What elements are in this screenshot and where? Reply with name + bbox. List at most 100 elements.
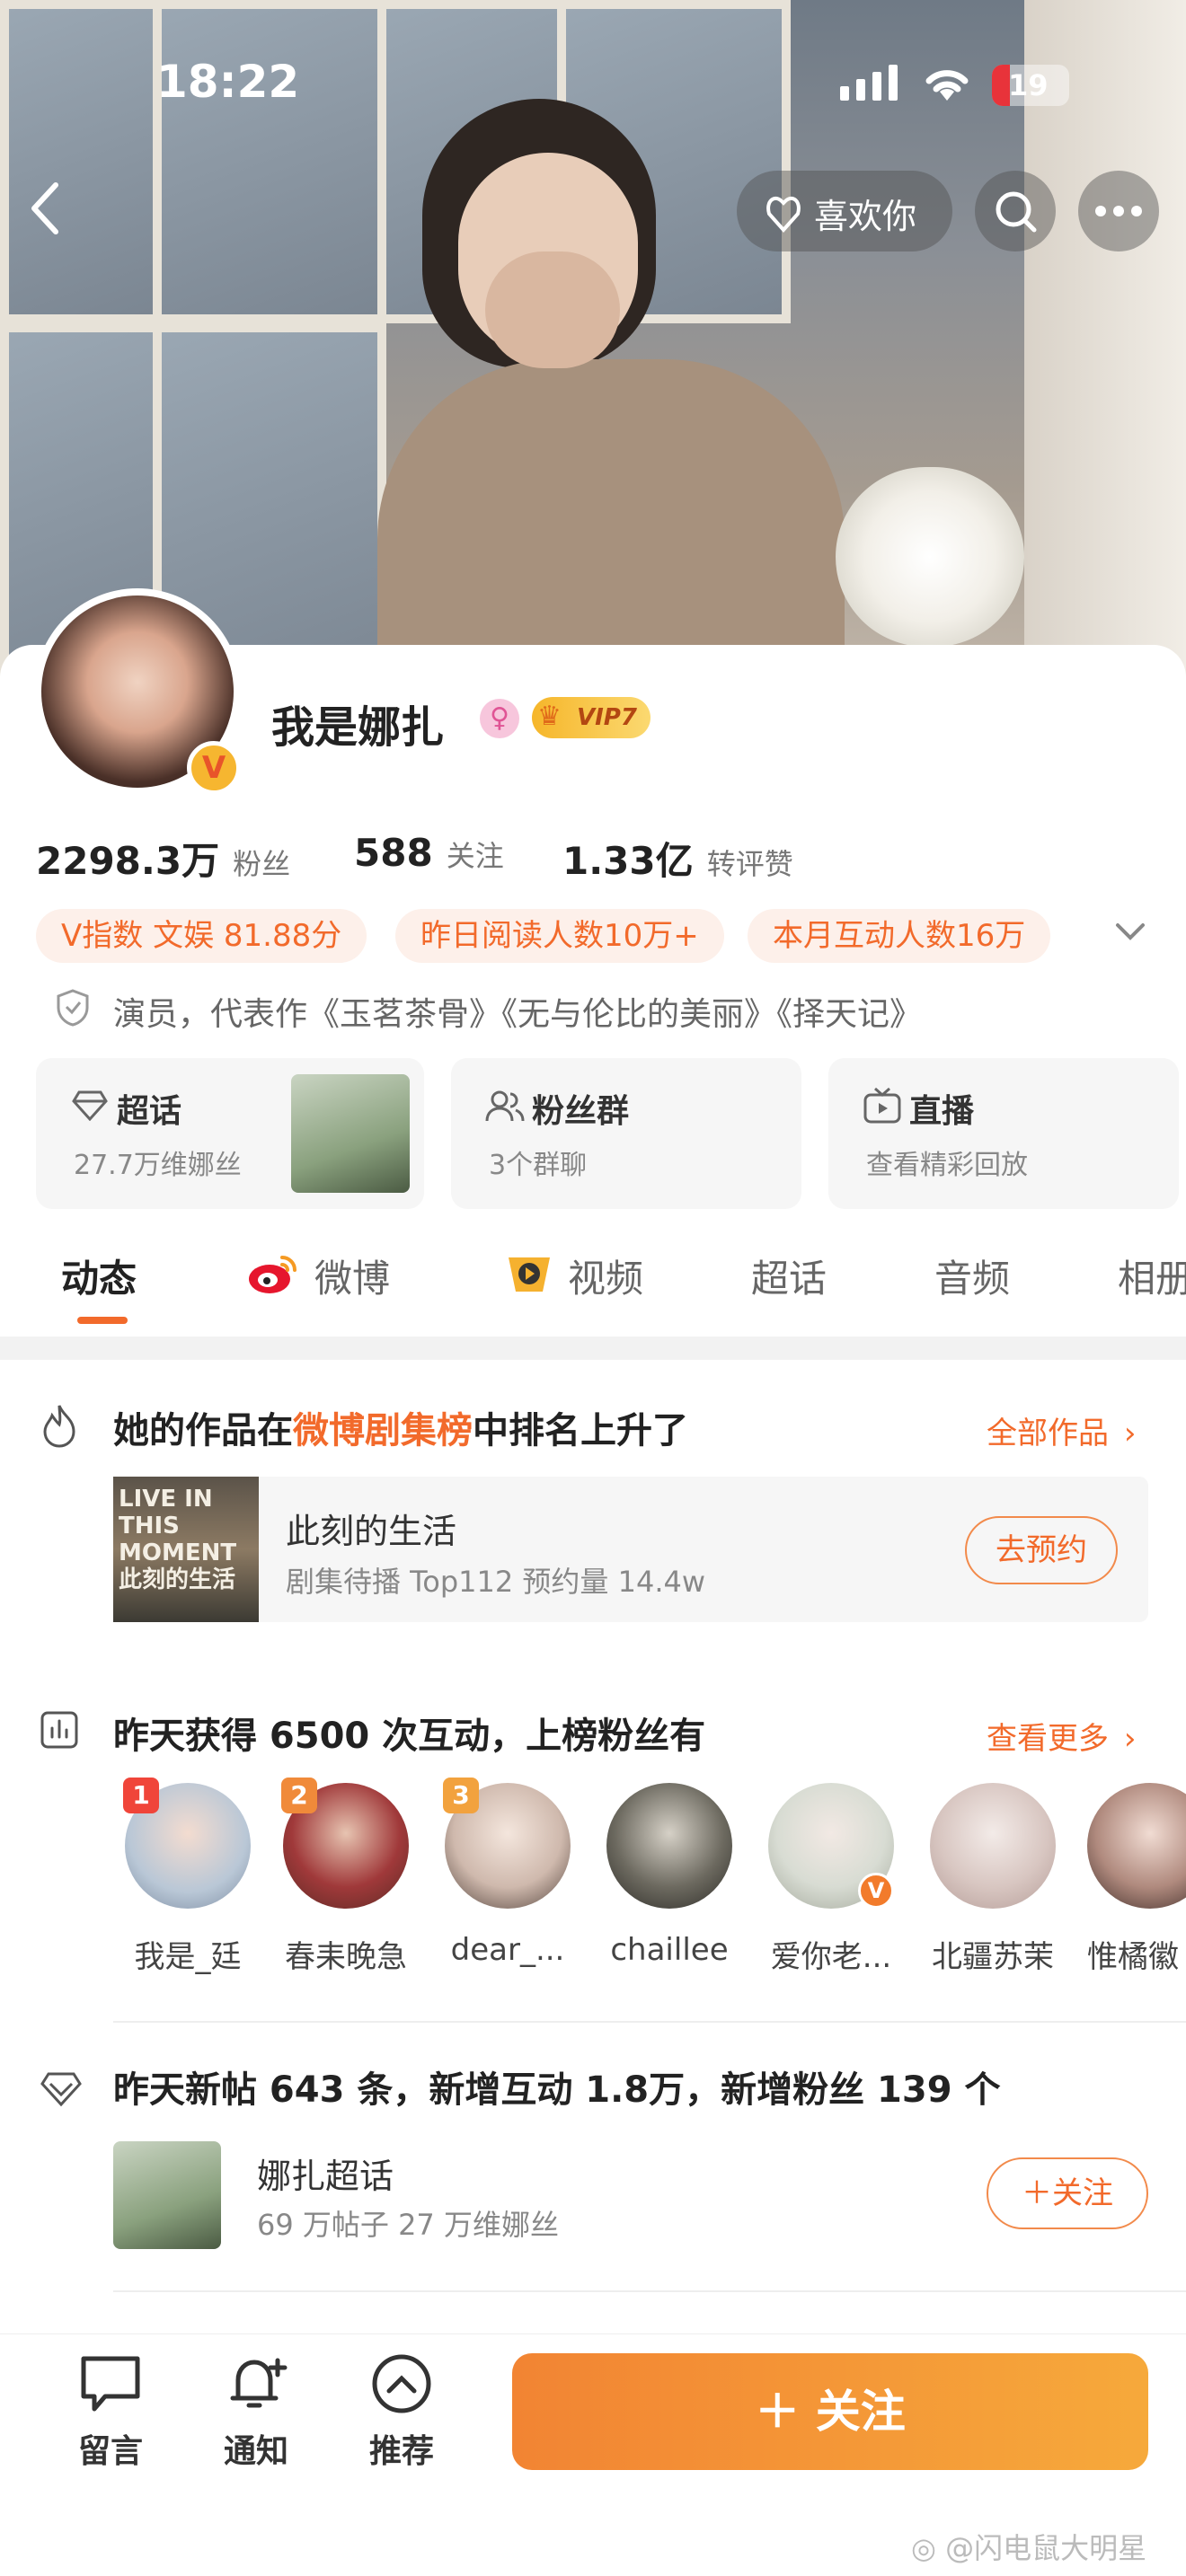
fan-name: chaillee xyxy=(610,1932,729,1968)
back-button[interactable] xyxy=(27,180,72,243)
supertopic-follow-button[interactable]: ＋关注 xyxy=(987,2157,1148,2229)
fan-name: 惟橘徽 xyxy=(1087,1939,1179,1975)
watermark: ◎ @闪电鼠大明星 xyxy=(911,2526,1146,2567)
more-dots-icon xyxy=(1095,206,1142,216)
fan-name: 我是_廷 xyxy=(134,1939,242,1975)
works-title-highlight: 微博剧集榜 xyxy=(293,1410,473,1451)
rank-badge: 3 xyxy=(443,1778,479,1813)
fan-item[interactable]: 北疆苏茉 xyxy=(925,1783,1060,1976)
flame-icon xyxy=(40,1403,79,1451)
all-works-label: 全部作品 xyxy=(987,1416,1109,1451)
fan-avatar xyxy=(930,1783,1056,1909)
work-card[interactable]: LIVE IN THIS MOMENT 此刻的生活 此刻的生活 剧集待播 Top… xyxy=(113,1477,1148,1622)
chevron-right-icon: › xyxy=(1123,1721,1137,1757)
fan-avatar: 1 xyxy=(123,1778,251,1909)
tab-audio[interactable]: 音频 xyxy=(934,1248,1010,1303)
vip-label: VIP7 xyxy=(577,704,637,731)
hand-heart-icon xyxy=(762,189,805,239)
recommend-label: 推荐 xyxy=(368,2433,434,2470)
verified-badge-icon: V xyxy=(858,1873,894,1909)
feature-card-supertopic[interactable]: 超话 27.7万维娜丝 xyxy=(36,1058,424,1209)
tab-album[interactable]: 相册 xyxy=(1118,1248,1186,1303)
rank-badge: 2 xyxy=(281,1778,317,1813)
fan-item[interactable]: chaillee xyxy=(602,1783,737,1968)
feature-card-title: 超话 xyxy=(117,1093,182,1130)
search-button[interactable] xyxy=(975,171,1056,251)
battery-level: 19 xyxy=(1008,68,1049,102)
feature-card-fan-group[interactable]: 粉丝群 3个群聊 xyxy=(451,1058,801,1209)
feature-card-title: 直播 xyxy=(909,1093,975,1130)
feature-card-sub: 3个群聊 xyxy=(489,1150,588,1181)
supertopic-subtitle: 69 万帖子 27 万维娜丝 xyxy=(257,2208,559,2242)
female-icon: ♀ xyxy=(480,699,519,738)
chevron-right-icon: › xyxy=(1123,1416,1137,1451)
notify-action[interactable]: 通知 xyxy=(207,2353,305,2472)
diamond-icon xyxy=(40,2071,83,2111)
supertopic-row[interactable]: 娜扎超话 69 万帖子 27 万维娜丝 ＋关注 xyxy=(113,2139,1148,2256)
people-icon xyxy=(485,1090,525,1126)
fan-name: 春耒晚急 xyxy=(285,1939,407,1975)
signal-icon xyxy=(840,65,899,104)
tab-video[interactable]: 视频 xyxy=(568,1248,643,1303)
supertopic-title: 娜扎超话 xyxy=(257,2157,394,2196)
see-more-label: 查看更多 xyxy=(987,1721,1109,1757)
tab-active-indicator xyxy=(77,1317,128,1324)
comment-icon xyxy=(81,2356,140,2412)
chip-v-index[interactable]: V指数 文娱 81.88分 xyxy=(36,909,367,963)
fan-item[interactable]: 惟橘徽 xyxy=(1087,1783,1186,1976)
stat-following-label: 关注 xyxy=(446,839,504,873)
shield-icon xyxy=(56,988,90,1031)
stat-fans-label: 粉丝 xyxy=(233,847,291,881)
all-works-link[interactable]: 全部作品 › xyxy=(987,1408,1136,1452)
search-icon xyxy=(996,191,1037,233)
feature-card-sub: 27.7万维娜丝 xyxy=(74,1150,242,1181)
rank-badge: 1 xyxy=(123,1778,159,1813)
reserve-button[interactable]: 去预约 xyxy=(965,1516,1118,1584)
chip-reads[interactable]: 昨日阅读人数10万+ xyxy=(395,909,724,963)
fan-avatar: 2 xyxy=(281,1778,409,1909)
chip-interactions[interactable]: 本月互动人数16万 xyxy=(748,909,1051,963)
feature-card-title: 粉丝群 xyxy=(532,1093,630,1130)
back-arrow-icon xyxy=(31,182,58,234)
chevron-up-circle-icon xyxy=(372,2354,431,2413)
weibo-watermark-icon: ◎ xyxy=(911,2531,936,2565)
notify-label: 通知 xyxy=(223,2433,288,2470)
interaction-section-title: 昨天获得 6500 次互动，上榜粉丝有 xyxy=(113,1716,706,1757)
fan-item[interactable]: V 爱你老... xyxy=(764,1783,898,1976)
section-divider xyxy=(113,2290,1186,2292)
poster-text: LIVE IN THIS MOMENT 此刻的生活 xyxy=(119,1486,237,1593)
fan-avatar: V xyxy=(768,1783,894,1909)
stat-following-value: 588 xyxy=(354,831,433,875)
fan-name: 北疆苏茉 xyxy=(932,1939,1054,1975)
expand-chevron-icon[interactable] xyxy=(1114,922,1146,947)
vip-badge[interactable]: ♛ VIP7 xyxy=(532,697,651,738)
fan-item[interactable]: 1 我是_廷 xyxy=(120,1778,255,1976)
work-poster: LIVE IN THIS MOMENT 此刻的生活 xyxy=(113,1477,259,1622)
tab-supertopic[interactable]: 超话 xyxy=(751,1248,827,1303)
see-more-link[interactable]: 查看更多 › xyxy=(987,1714,1136,1758)
stat-engagement[interactable]: 1.33亿 转评赞 xyxy=(562,831,793,886)
works-title-prefix: 她的作品在 xyxy=(113,1410,293,1451)
section-divider xyxy=(113,2021,1186,2023)
crown-icon: ♛ xyxy=(537,701,562,732)
comment-action[interactable]: 留言 xyxy=(61,2353,160,2472)
stat-fans[interactable]: 2298.3万 粉丝 xyxy=(36,831,290,886)
fan-avatar xyxy=(606,1783,732,1909)
supertopic-section-title: 昨天新帖 643 条，新增互动 1.8万，新增粉丝 139 个 xyxy=(113,2069,1001,2111)
fan-item[interactable]: 3 dear_... xyxy=(440,1778,575,1968)
recommend-action[interactable]: 推荐 xyxy=(352,2353,451,2472)
follow-button[interactable]: ＋ 关注 xyxy=(512,2353,1148,2470)
fan-avatar xyxy=(1087,1783,1186,1909)
avatar[interactable]: V xyxy=(34,588,241,795)
feature-card-live[interactable]: 直播 查看精彩回放 xyxy=(828,1058,1179,1209)
stat-following[interactable]: 588 关注 xyxy=(354,831,504,875)
fan-item[interactable]: 2 春耒晚急 xyxy=(279,1778,413,1976)
stat-engagement-value: 1.33亿 xyxy=(562,839,694,883)
verified-badge-icon: V xyxy=(187,741,241,795)
stat-fans-value: 2298.3万 xyxy=(36,839,220,883)
tab-feed[interactable]: 动态 xyxy=(61,1248,137,1303)
tab-weibo[interactable]: 微博 xyxy=(314,1248,390,1303)
bell-plus-icon xyxy=(230,2358,288,2408)
more-button[interactable] xyxy=(1078,171,1159,251)
like-you-button[interactable]: 喜欢你 xyxy=(737,171,952,251)
